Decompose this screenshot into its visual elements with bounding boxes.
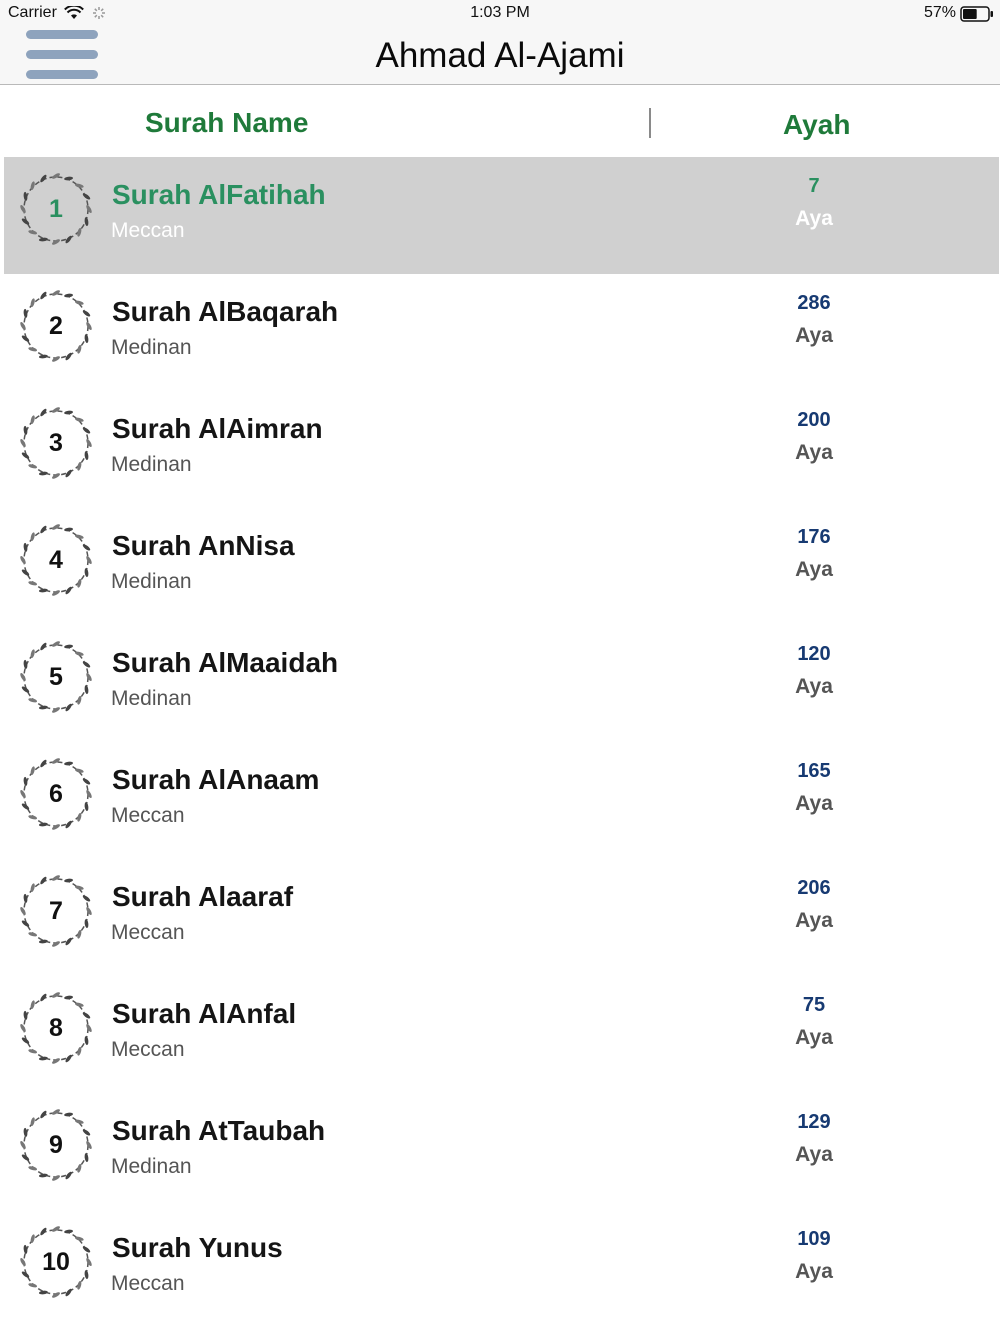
surah-number-badge: 7 [16, 871, 96, 951]
aya-count: 120 [797, 643, 831, 665]
surah-row[interactable]: 2 Surah AlBaqarah Medinan 286 Aya [0, 274, 1000, 391]
battery-percent: 57% [923, 4, 956, 21]
surah-type: Medinan [111, 1155, 192, 1178]
aya-count: 286 [797, 292, 831, 314]
surah-number-badge: 5 [16, 637, 96, 717]
surah-number-badge: 6 [16, 754, 96, 834]
surah-number: 8 [49, 1014, 63, 1042]
ayah-column-header: Ayah [783, 109, 851, 140]
surah-type: Meccan [111, 1038, 185, 1061]
surah-name: Surah AlAimran [112, 413, 323, 444]
aya-count: 165 [797, 760, 831, 782]
navigation-bar: Ahmad Al-Ajami [0, 28, 1000, 85]
aya-count: 109 [797, 1228, 831, 1250]
surah-name: Surah Yunus [112, 1232, 283, 1263]
surah-number: 10 [42, 1248, 70, 1276]
surah-type: Medinan [111, 336, 192, 359]
surah-type: Meccan [111, 804, 185, 827]
surah-number-badge: 9 [16, 1105, 96, 1185]
battery-icon [960, 6, 994, 27]
aya-count: 75 [802, 994, 826, 1016]
surah-type: Medinan [111, 687, 192, 710]
aya-label: Aya [795, 675, 833, 698]
surah-number-badge: 3 [16, 403, 96, 483]
surah-type: Meccan [111, 219, 185, 242]
aya-label: Aya [795, 1260, 833, 1283]
surah-number: 7 [49, 897, 63, 925]
aya-label: Aya [795, 441, 833, 464]
surah-row[interactable]: 4 Surah AnNisa Medinan 176 Aya [0, 508, 1000, 625]
surah-name: Surah AlMaaidah [112, 647, 339, 678]
surah-number: 4 [49, 546, 63, 574]
status-time: 1:03 PM [470, 4, 530, 21]
surah-row[interactable]: 10 Surah Yunus Meccan 109 Aya [0, 1210, 1000, 1327]
surah-name: Surah AlAnaam [112, 764, 320, 795]
surah-name: Surah AlAnfal [112, 998, 297, 1029]
surah-type: Medinan [111, 570, 192, 593]
surah-row[interactable]: 5 Surah AlMaaidah Medinan 120 Aya [0, 625, 1000, 742]
surah-row[interactable]: 8 Surah AlAnfal Meccan 75 Aya [0, 976, 1000, 1093]
surah-row[interactable]: 1 Surah AlFatihah Meccan 7 Aya [4, 157, 999, 274]
surah-number-badge: 4 [16, 520, 96, 600]
surah-list[interactable]: 1 Surah AlFatihah Meccan 7 Aya 2 Surah A… [0, 157, 1000, 1327]
surah-number: 9 [49, 1131, 63, 1159]
surah-name: Surah AtTaubah [112, 1115, 326, 1146]
surah-name: Surah Alaaraf [112, 881, 294, 912]
status-bar: Carrier 1:03 PM 57% [0, 0, 1000, 28]
aya-count: 200 [797, 409, 831, 431]
surah-name: Surah AnNisa [112, 530, 295, 561]
surah-number: 3 [49, 429, 63, 457]
aya-label: Aya [795, 792, 833, 815]
surah-number-badge: 10 [16, 1222, 96, 1302]
surah-row[interactable]: 7 Surah Alaaraf Meccan 206 Aya [0, 859, 1000, 976]
aya-label: Aya [795, 909, 833, 932]
surah-type: Meccan [111, 1272, 185, 1295]
column-divider [649, 108, 651, 138]
aya-label: Aya [795, 1143, 833, 1166]
aya-count: 206 [797, 877, 831, 899]
surah-number: 6 [49, 780, 63, 808]
surah-number-badge: 2 [16, 286, 96, 366]
page-title: Ahmad Al-Ajami [375, 36, 625, 75]
aya-label: Aya [795, 207, 833, 230]
surah-number-badge: 8 [16, 988, 96, 1068]
surah-name: Surah AlFatihah [112, 179, 326, 210]
surah-row[interactable]: 3 Surah AlAimran Medinan 200 Aya [0, 391, 1000, 508]
surah-name-column-header: Surah Name [145, 107, 309, 138]
surah-name: Surah AlBaqarah [112, 296, 339, 327]
surah-number-badge: 1 [16, 169, 96, 249]
surah-number: 5 [49, 663, 63, 691]
surah-type: Medinan [111, 453, 192, 476]
surah-row[interactable]: 6 Surah AlAnaam Meccan 165 Aya [0, 742, 1000, 859]
surah-row[interactable]: 9 Surah AtTaubah Medinan 129 Aya [0, 1093, 1000, 1210]
column-header: Surah Name Ayah [0, 85, 1000, 157]
aya-label: Aya [795, 558, 833, 581]
surah-number: 1 [49, 195, 63, 223]
aya-count: 129 [797, 1111, 831, 1133]
surah-type: Meccan [111, 921, 185, 944]
aya-label: Aya [795, 324, 833, 347]
aya-count: 176 [797, 526, 831, 548]
aya-count: 7 [808, 175, 820, 197]
aya-label: Aya [795, 1026, 833, 1049]
surah-number: 2 [49, 312, 63, 340]
